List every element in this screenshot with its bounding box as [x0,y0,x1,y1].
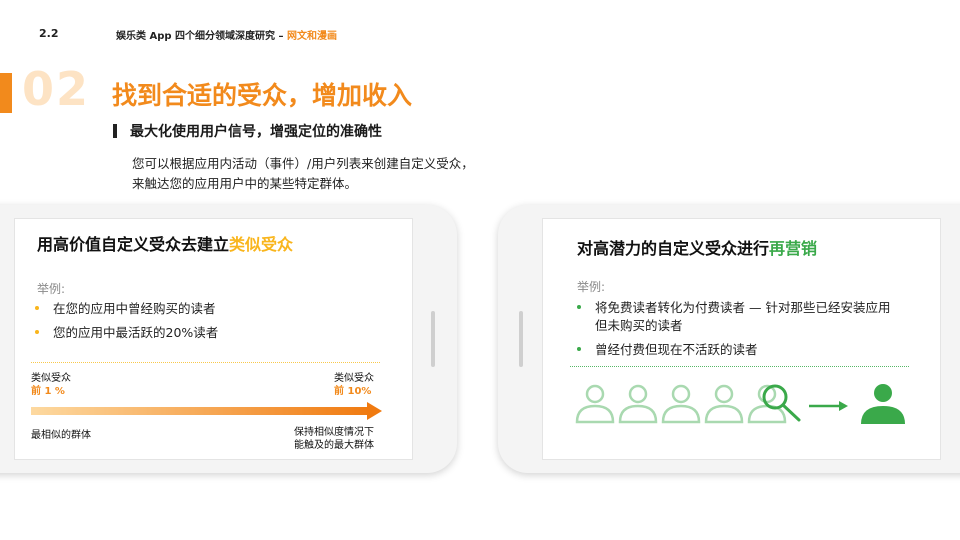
lookalike-bullet: 您的应用中最活跃的20%读者 [35,322,218,341]
lookalike-title-highlight: 类似受众 [229,235,294,254]
scale-left-caption: 最相似的群体 [31,430,91,441]
lookalike-bullet-text: 在您的应用中曾经购买的读者 [53,301,216,316]
retarget-title-highlight: 再营销 [769,239,818,258]
lookalike-example-label: 举例: [37,282,66,296]
lookalike-divider [31,362,380,363]
scale-right-label: 类似受众 [334,373,374,384]
person-outline-icon [661,384,701,424]
scale-left-label: 类似受众 [31,373,71,384]
header-title-accent: 网文和漫画 [286,31,337,42]
phone-home-button-right [519,311,523,367]
bullet-dot [577,304,581,309]
bullet-dot [577,346,581,351]
retarget-title-prefix: 对高潜力的自定义受众进行 [577,239,770,258]
scale-right-percent: 前 10% [334,386,372,397]
phone-home-button-left [431,311,435,367]
scale-left-percent: 前 1 % [31,386,65,397]
person-solid-icon [861,384,905,424]
retarget-example-label: 举例: [577,280,606,294]
audience-icons [575,384,905,424]
gradient-arrow-icon [31,402,382,420]
header-title-main: 娱乐类 App 四个细分领域深度研究 – [116,31,287,42]
lookalike-bullet: 在您的应用中曾经购买的读者 [35,298,216,317]
bullet-dot [35,329,39,334]
header-title: 娱乐类 App 四个细分领域深度研究 – 网文和漫画 [116,27,337,42]
page-title: 找到合适的受众，增加收入 [112,81,413,110]
scale-right-caption-line-1: 保持相似度情况下 [294,427,374,438]
retarget-bullet-text: 将免费读者转化为付费读者 — 针对那些已经安装应用 [595,300,891,315]
lookalike-card-title: 用高价值自定义受众去建立类似受众 [37,231,293,255]
retarget-bullet-continuation: 但未购买的读者 [595,318,683,333]
arrow-right-icon [809,401,848,411]
person-outline-icon [618,384,658,424]
magnifier-icon [762,384,801,422]
person-outline-icon [704,384,744,424]
section-number: 2.2 [39,27,59,40]
description-line-1: 您可以根据应用内活动（事件）/用户列表来创建自定义受众， [132,156,474,171]
subtitle-marker [113,124,117,138]
lookalike-bullet-text: 您的应用中最活跃的20%读者 [53,325,219,340]
accent-bar [0,73,12,113]
bullet-dot [35,305,39,310]
scale-right-caption-line-2: 能触及的最大群体 [294,440,374,451]
section-big-number: 02 [22,62,91,116]
person-outline-icon [575,384,615,424]
retarget-bullet: 曾经付费但现在不活跃的读者 [577,339,758,358]
retarget-divider [570,366,909,367]
retarget-bullet: 将免费读者转化为付费读者 — 针对那些已经安装应用 [577,297,890,316]
retarget-bullet-text: 曾经付费但现在不活跃的读者 [595,342,758,357]
page-subtitle: 最大化使用用户信号，增强定位的准确性 [130,124,382,140]
retarget-card-title: 对高潜力的自定义受众进行再营销 [577,235,817,259]
description-line-2: 来触达您的应用用户中的某些特定群体。 [132,176,358,191]
lookalike-title-prefix: 用高价值自定义受众去建立 [37,235,230,254]
